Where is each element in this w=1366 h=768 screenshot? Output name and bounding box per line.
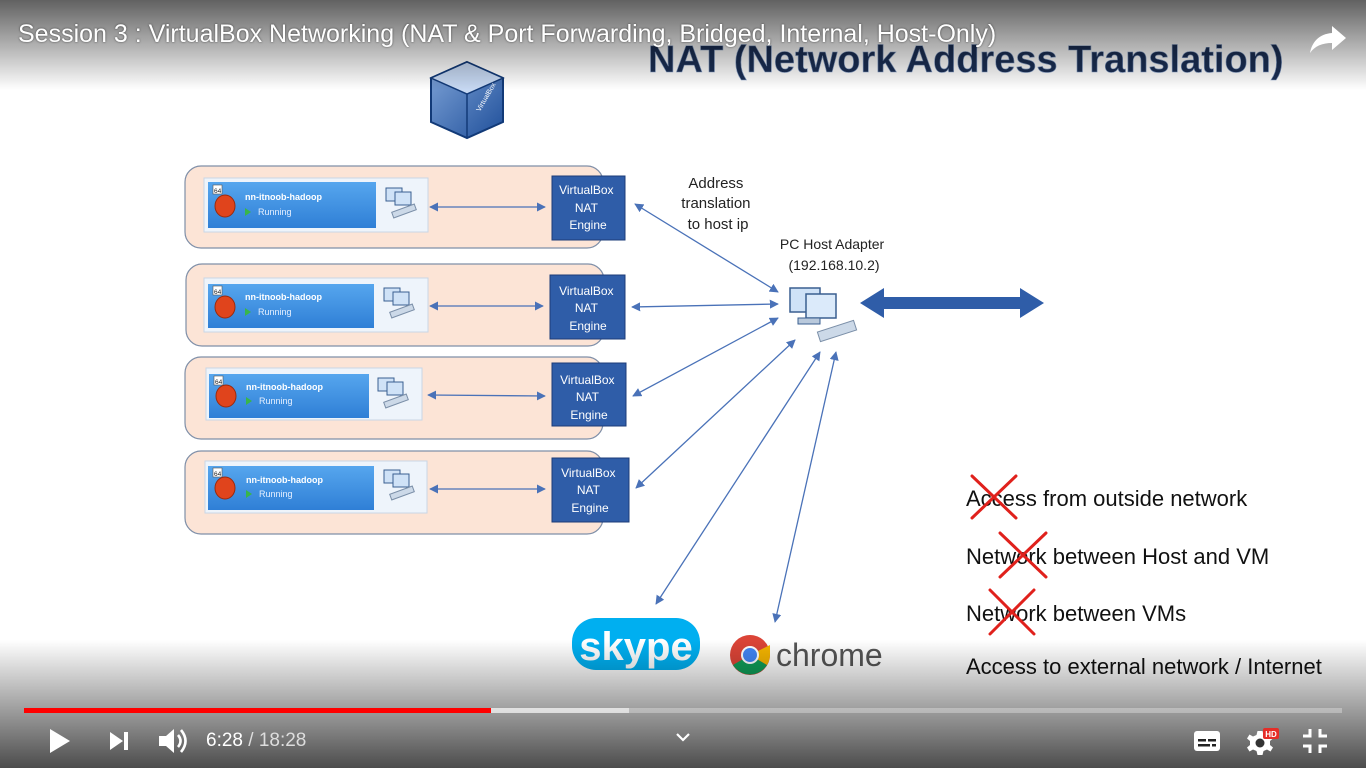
address-translation-label: Address translation to host ip <box>681 175 754 233</box>
external-network-arrow <box>860 288 1044 318</box>
vm-status: Running <box>258 207 292 217</box>
vm-row: 64 nn-itnoob-hadoop Running VirtualBox N… <box>184 165 626 249</box>
vm-status: Running <box>258 307 292 317</box>
bullet-item: Access from outside network <box>966 486 1248 511</box>
slide: NAT (Network Address Translation) Virtua… <box>184 39 1322 679</box>
video-title[interactable]: Session 3 : VirtualBox Networking (NAT &… <box>18 20 996 49</box>
next-icon[interactable] <box>105 728 133 754</box>
share-icon[interactable] <box>1308 20 1348 56</box>
progress-bar[interactable] <box>24 708 1342 713</box>
vm-row: 64 nn-itnoob-hadoop Running VirtualBox N… <box>184 356 627 440</box>
progress-played <box>24 708 491 713</box>
vm-badge: 64 <box>214 289 222 296</box>
time-separator: / <box>242 730 259 751</box>
exit-fullscreen-icon[interactable] <box>1300 726 1330 756</box>
bullet-list: Access from outside network Network betw… <box>966 486 1322 679</box>
subtitles-icon[interactable] <box>1192 728 1222 754</box>
bullet-item: Access to external network / Internet <box>966 654 1322 679</box>
vm-badge: 64 <box>214 471 222 478</box>
vm-row: 64 nn-itnoob-hadoop Running VirtualBox N… <box>185 263 626 347</box>
svg-text:chrome: chrome <box>776 637 883 673</box>
chrome-logo: chrome <box>730 635 883 675</box>
video-player[interactable]: NAT (Network Address Translation) Virtua… <box>0 0 1366 768</box>
vm-status: Running <box>259 396 293 406</box>
bullet-item: Network between VMs <box>966 601 1186 626</box>
host-adapter-label: PC Host Adapter (192.168.10.2) <box>780 236 888 273</box>
vm-status: Running <box>259 489 293 499</box>
skype-logo: skype <box>572 618 700 670</box>
time-current: 6:28 <box>206 730 243 751</box>
virtualbox-logo: VirtualBox <box>429 60 505 140</box>
vm-name: nn-itnoob-hadoop <box>246 382 323 392</box>
vm-badge: 64 <box>214 188 222 195</box>
vm-name: nn-itnoob-hadoop <box>245 192 322 202</box>
play-icon[interactable] <box>44 726 74 756</box>
chevron-down-icon[interactable] <box>674 730 692 744</box>
svg-text:skype: skype <box>579 625 692 669</box>
vm-badge: 64 <box>215 379 223 386</box>
time-display: 6:28 / 18:28 <box>206 730 306 752</box>
gear-icon[interactable]: HD <box>1244 726 1280 758</box>
vm-name: nn-itnoob-hadoop <box>246 475 323 485</box>
volume-icon[interactable] <box>156 725 190 757</box>
hd-badge-text: HD <box>1265 730 1277 739</box>
vm-name: nn-itnoob-hadoop <box>245 292 322 302</box>
time-total: 18:28 <box>258 730 307 751</box>
pc-host-adapter-icon <box>789 287 858 343</box>
vm-row: 64 nn-itnoob-hadoop Running VirtualBox N… <box>184 450 630 535</box>
